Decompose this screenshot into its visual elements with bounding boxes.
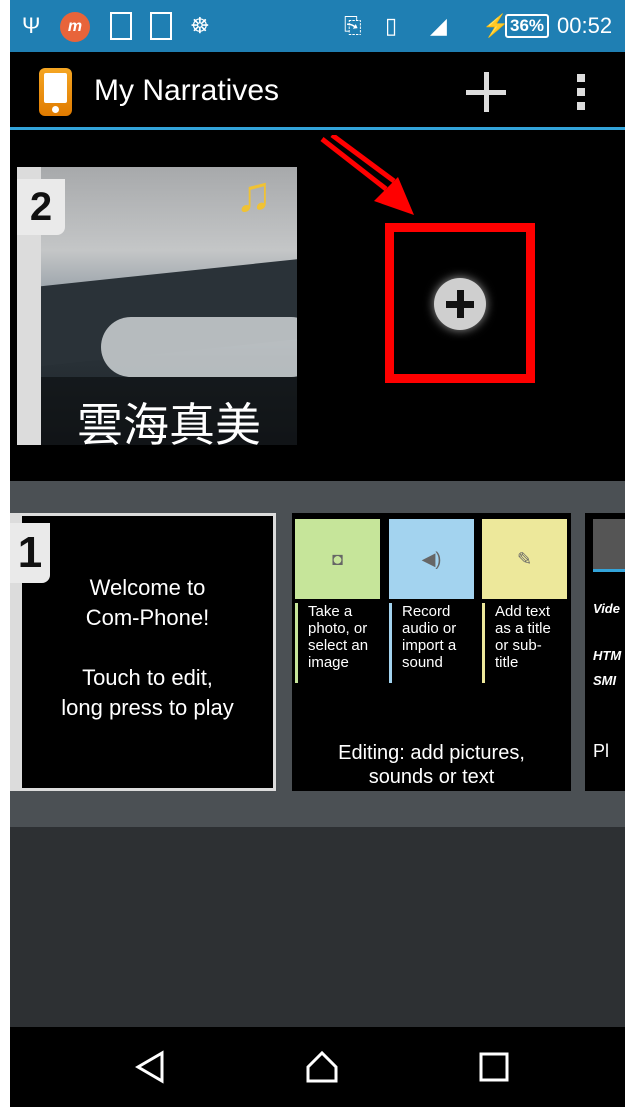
pointer-arrow-icon — [320, 135, 414, 215]
text-description: Add text as a title or sub- title — [482, 603, 567, 683]
welcome-text: Welcome to Com-Phone! Touch to edit, lon… — [61, 575, 234, 720]
photo-column: ◘ — [295, 519, 380, 599]
phone-screen: Ψ m ☸ ⎘ ▯ ◢ ⚡ 36% 00:52 My Narratives 2 … — [10, 0, 625, 1107]
action-bar: My Narratives — [10, 52, 625, 130]
partial-text: Vide — [593, 601, 620, 616]
partial-text: Pl — [593, 741, 610, 761]
recents-icon[interactable] — [476, 1049, 512, 1085]
vibrate-icon: ▯ — [385, 13, 398, 38]
action-bar-divider — [10, 127, 625, 130]
home-icon[interactable] — [304, 1049, 340, 1085]
navigation-bar — [10, 1027, 625, 1107]
narrative-card-partial[interactable]: Vide HTM SMI Pl — [585, 513, 625, 791]
photo-description: Take a photo, or select an image — [295, 603, 380, 683]
pencil-icon: ✎ — [516, 549, 533, 569]
tutorial-caption: Editing: add pictures, sounds or text — [338, 742, 525, 788]
audio-description: Record audio or import a sound — [389, 603, 474, 683]
tutorial-frame[interactable]: ◘ ◀) ✎ Take a photo, or select an image … — [292, 513, 571, 791]
narrative-number: 2 — [17, 179, 65, 235]
m-app-icon: m — [60, 12, 90, 42]
signal-icon: ◢ — [430, 13, 447, 38]
narrative-caption: 雲海真美 — [77, 399, 261, 451]
battery-percent: 36% — [505, 14, 550, 38]
speaker-icon: ◀) — [421, 549, 442, 569]
add-frame-button[interactable] — [434, 278, 486, 330]
add-narrative-button[interactable] — [466, 72, 506, 112]
cast-icon: ⎘ — [344, 13, 362, 38]
android-icon: ☸ — [190, 13, 210, 38]
sim-icon — [110, 12, 132, 40]
usb-icon: Ψ — [22, 13, 41, 38]
camera-icon: ◘ — [332, 549, 343, 569]
music-notes-icon: ♫ — [235, 166, 273, 222]
app-logo-icon — [39, 68, 72, 116]
notes-icon — [150, 12, 172, 40]
add-frame-highlight — [385, 223, 535, 383]
partial-text: HTM — [593, 648, 622, 663]
back-icon[interactable] — [132, 1049, 168, 1085]
status-bar: Ψ m ☸ ⎘ ▯ ◢ ⚡ 36% 00:52 — [10, 0, 625, 52]
overflow-menu-icon[interactable] — [575, 74, 587, 110]
narrative-card[interactable]: 1 Welcome to Com-Phone! Touch to edit, l… — [10, 513, 276, 791]
partial-text: SMI — [593, 673, 617, 688]
text-column: ✎ — [482, 519, 567, 599]
narrative-card[interactable]: 2 雲海真美 ♫ — [17, 166, 297, 451]
clock: 00:52 — [557, 13, 613, 38]
audio-column: ◀) — [389, 519, 474, 599]
page-title: My Narratives — [94, 74, 280, 107]
empty-list-area — [10, 827, 625, 1027]
